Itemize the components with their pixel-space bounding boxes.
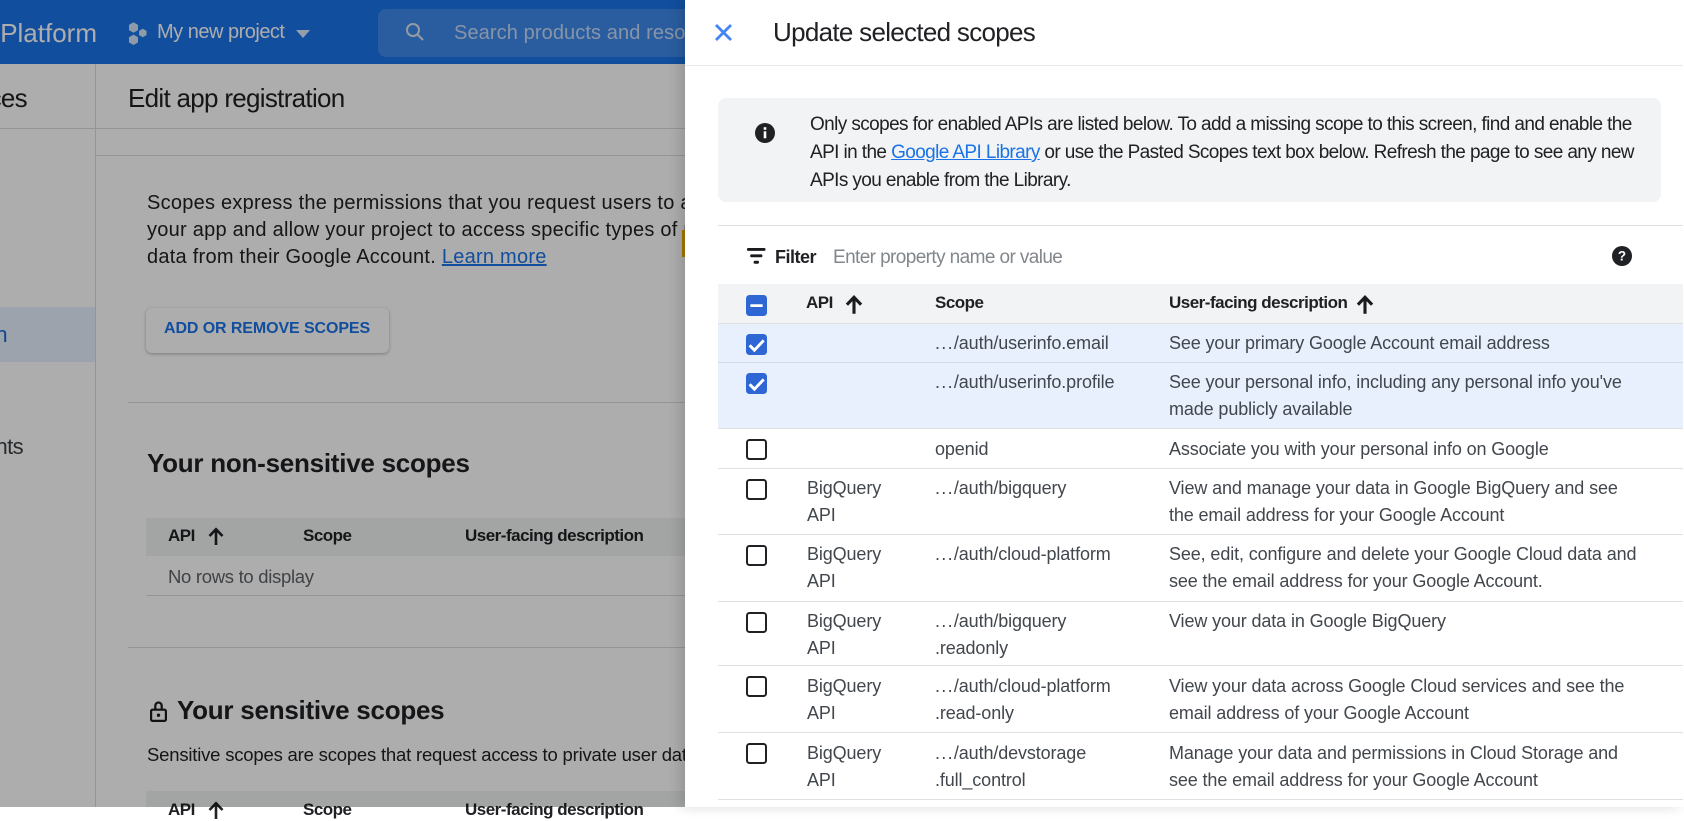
svg-text:?: ? <box>1618 249 1626 264</box>
